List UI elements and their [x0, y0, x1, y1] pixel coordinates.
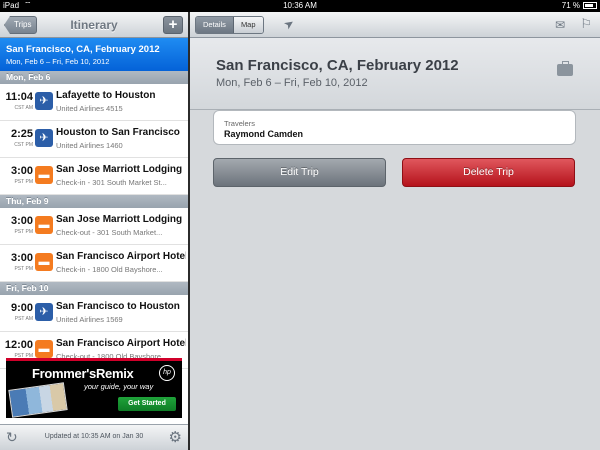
plane-icon: ✈	[35, 129, 53, 147]
item-timezone: CST PM	[14, 142, 33, 148]
item-subtitle: United Airlines 1569	[56, 315, 123, 324]
location-arrow-icon[interactable]: ➤	[281, 15, 297, 32]
item-time: 11:04	[5, 91, 33, 103]
tab-map[interactable]: Map	[233, 17, 263, 33]
item-time: 3:00	[10, 252, 33, 264]
status-bar: iPad ⌔ 10:36 AM 71 %	[0, 0, 600, 12]
tab-details[interactable]: Details	[196, 17, 234, 33]
selected-trip-title: San Francisco, CA, February 2012	[6, 44, 160, 55]
itinerary-panel: Trips Itinerary + San Francisco, CA, Feb…	[0, 12, 188, 450]
item-timezone: PST PM	[14, 229, 33, 235]
plane-icon: ✈	[35, 92, 53, 110]
bed-icon: ▬	[35, 216, 53, 234]
item-title: San Francisco Airport Hotel	[56, 251, 186, 262]
item-time: 2:25	[10, 128, 33, 140]
briefcase-icon	[557, 61, 573, 76]
status-time: 10:36 AM	[283, 1, 317, 10]
item-title: San Francisco Airport Hotel	[56, 338, 186, 349]
item-subtitle: Check-in - 301 South Market St...	[56, 178, 167, 187]
ad-banner[interactable]: Frommer'sRemix hp your guide, your way G…	[6, 358, 182, 418]
item-time: 9:00	[10, 302, 33, 314]
travelers-card: Travelers Raymond Camden	[213, 110, 576, 145]
bed-icon: ▬	[35, 166, 53, 184]
bed-icon: ▬	[35, 340, 53, 358]
gear-icon[interactable]: ⚙	[169, 428, 182, 446]
list-item[interactable]: 3:00 PST PM ▬ San Jose Marriott Lodging …	[0, 208, 188, 245]
list-item[interactable]: 11:04 CST AM ✈ Lafayette to Houston Unit…	[0, 84, 188, 121]
item-subtitle: United Airlines 1460	[56, 141, 123, 150]
item-timezone: PST AM	[14, 316, 33, 322]
battery-icon	[583, 2, 597, 9]
edit-trip-button[interactable]: Edit Trip	[213, 158, 386, 187]
mail-icon[interactable]: ✉	[555, 18, 565, 32]
item-title: San Francisco to Houston	[56, 301, 180, 312]
selected-trip-row[interactable]: San Francisco, CA, February 2012 Mon, Fe…	[0, 38, 188, 71]
item-timezone: PST PM	[14, 266, 33, 272]
trip-header: San Francisco, CA, February 2012 Mon, Fe…	[190, 38, 600, 110]
item-timezone: CST AM	[14, 105, 33, 111]
item-time: 12:00	[4, 339, 33, 351]
item-title: Houston to San Francisco	[56, 127, 180, 138]
ad-photos	[8, 382, 68, 418]
travelers-value: Raymond Camden	[224, 129, 304, 139]
view-segmented-control: Details Map	[195, 16, 264, 34]
day-header: Thu, Feb 9	[0, 195, 188, 208]
itinerary-toolbar: ↻ Updated at 10:35 AM on Jan 30 ⚙	[0, 424, 188, 450]
ad-tagline: your guide, your way	[84, 382, 154, 391]
battery-percent: 71 %	[561, 1, 580, 10]
item-title: Lafayette to Houston	[56, 90, 156, 101]
add-button[interactable]: +	[163, 16, 183, 34]
item-time: 3:00	[10, 165, 33, 177]
bed-icon: ▬	[35, 253, 53, 271]
list-item[interactable]: 3:00 PST PM ▬ San Francisco Airport Hote…	[0, 245, 188, 282]
item-subtitle: Check-in - 1800 Old Bayshore...	[56, 265, 163, 274]
hp-logo: hp	[159, 365, 175, 381]
itinerary-title: Itinerary	[70, 18, 118, 32]
ad-brand: Frommer'sRemix	[32, 366, 134, 381]
item-title: San Jose Marriott Lodging	[56, 214, 183, 225]
item-time: 3:00	[10, 215, 33, 227]
day-header: Mon, Feb 6	[0, 71, 188, 84]
itinerary-navbar: Trips Itinerary +	[0, 12, 188, 38]
plane-icon: ✈	[35, 303, 53, 321]
get-started-button[interactable]: Get Started	[118, 397, 176, 411]
item-subtitle: United Airlines 4515	[56, 104, 123, 113]
updated-label: Updated at 10:35 AM on Jan 30	[44, 433, 144, 440]
list-item[interactable]: 3:00 PST PM ▬ San Jose Marriott Lodging …	[0, 158, 188, 195]
trip-dates: Mon, Feb 6 – Fri, Feb 10, 2012	[216, 77, 368, 89]
list-item[interactable]: 9:00 PST AM ✈ San Francisco to Houston U…	[0, 295, 188, 332]
travelers-label: Travelers	[224, 119, 255, 128]
selected-trip-dates: Mon, Feb 6 – Fri, Feb 10, 2012	[6, 57, 110, 66]
day-header: Fri, Feb 10	[0, 282, 188, 295]
delete-trip-button[interactable]: Delete Trip	[402, 158, 575, 187]
trip-title: San Francisco, CA, February 2012	[216, 57, 459, 74]
item-subtitle: Check-out - 301 South Market...	[56, 228, 163, 237]
trip-detail-panel: Details Map ➤ ✉ ⚐ San Francisco, CA, Feb…	[190, 12, 600, 450]
item-title: San Jose Marriott Lodging	[56, 164, 183, 175]
detail-navbar: Details Map ➤ ✉ ⚐	[190, 12, 600, 38]
ad-accent-bar	[6, 358, 182, 361]
list-item[interactable]: 2:25 CST PM ✈ Houston to San Francisco U…	[0, 121, 188, 158]
runner-icon[interactable]: ⚐	[580, 16, 592, 32]
item-timezone: PST PM	[14, 179, 33, 185]
